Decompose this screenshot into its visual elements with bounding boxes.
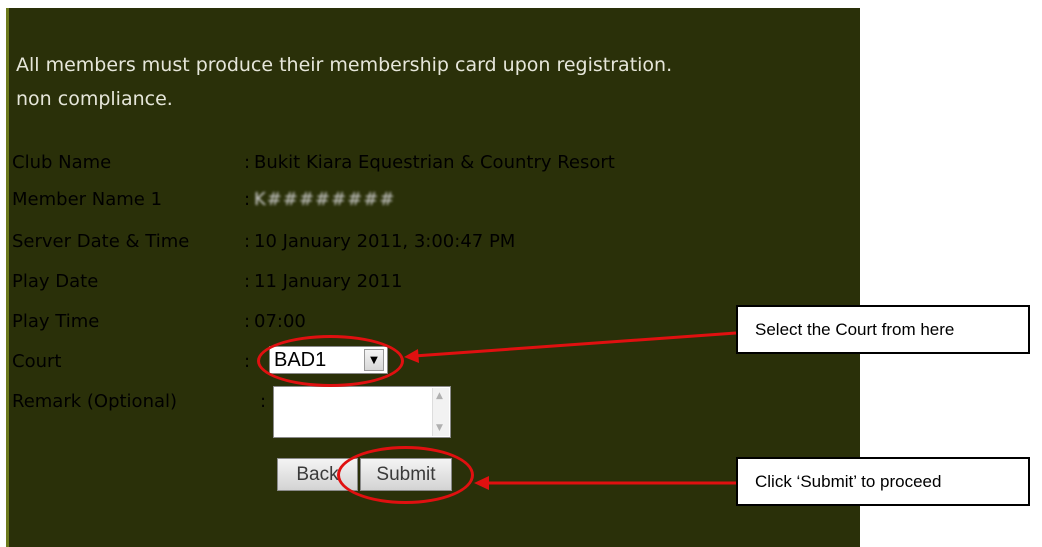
court-callout: Select the Court from here: [736, 305, 1030, 354]
remark-scrollbar[interactable]: ▲ ▼: [432, 388, 449, 436]
submit-highlight-ellipse: [337, 446, 474, 504]
play-date-label: Play Date: [12, 271, 99, 292]
scroll-down-icon[interactable]: ▼: [436, 423, 443, 433]
play-date-value: 11 January 2011: [254, 271, 403, 292]
play-time-colon: :: [244, 311, 251, 332]
member-name-value: K########: [254, 189, 396, 210]
scroll-up-icon[interactable]: ▲: [436, 391, 443, 401]
remark-label: Remark (Optional): [12, 391, 178, 412]
play-date-colon: :: [244, 271, 251, 292]
notice-line-1: All members must produce their membershi…: [16, 54, 673, 76]
submit-callout: Click ‘Submit’ to proceed: [736, 457, 1030, 506]
court-highlight-ellipse: [257, 335, 404, 387]
club-name-label: Club Name: [12, 152, 112, 173]
notice-line-2: non compliance.: [16, 88, 173, 110]
remark-textarea[interactable]: ▲ ▼: [273, 386, 451, 438]
member-name-colon: :: [244, 189, 251, 210]
server-datetime-label: Server Date & Time: [12, 231, 190, 252]
play-time-value: 07:00: [254, 311, 306, 332]
court-label: Court: [12, 351, 62, 372]
remark-colon: :: [260, 391, 267, 412]
server-datetime-value: 10 January 2011, 3:00:47 PM: [254, 231, 516, 252]
play-time-label: Play Time: [12, 311, 100, 332]
member-name-label: Member Name 1: [12, 189, 163, 210]
club-name-value: Bukit Kiara Equestrian & Country Resort: [254, 152, 615, 173]
court-colon: :: [244, 351, 251, 372]
server-datetime-colon: :: [244, 231, 251, 252]
club-name-colon: :: [244, 152, 251, 173]
membership-notice: All members must produce their membershi…: [16, 48, 672, 116]
